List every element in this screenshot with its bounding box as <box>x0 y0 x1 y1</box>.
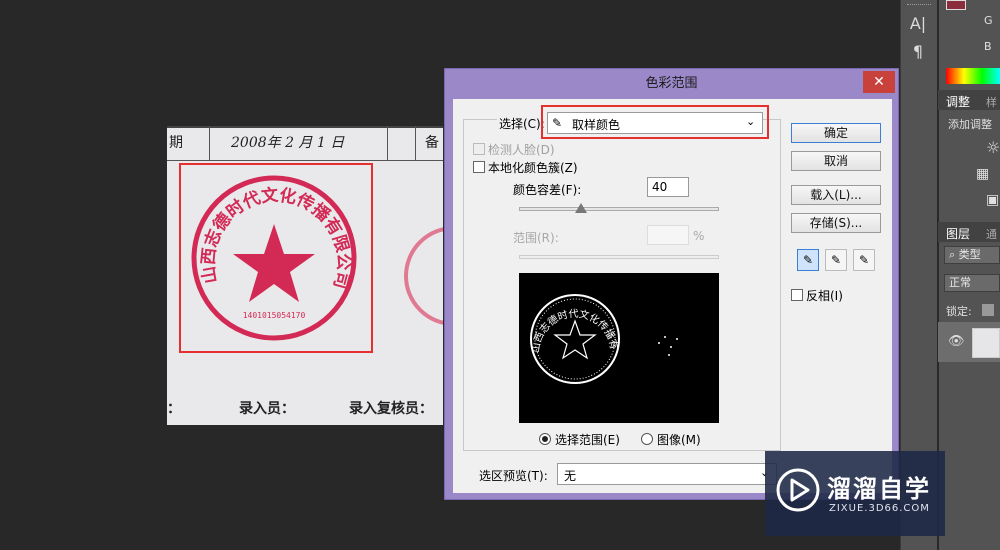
range-label: 范围(R): <box>513 231 559 245</box>
table-line <box>209 126 210 160</box>
selection-preview-label: 选区预览(T): <box>479 469 548 483</box>
radio-selection[interactable] <box>539 433 551 445</box>
detect-faces-checkbox[interactable] <box>473 143 485 155</box>
lock-label: 锁定: <box>946 305 972 318</box>
play-logo-icon <box>776 468 820 512</box>
selection-preview-select[interactable]: 无 ⌄ <box>557 463 777 485</box>
eyedropper-minus-icon[interactable]: ✎ <box>853 249 875 271</box>
ok-button[interactable]: 确定 <box>791 123 881 143</box>
add-adjustment-label: 添加调整 <box>948 118 992 131</box>
table-line <box>387 126 388 160</box>
footer-label-entry: 录入员： <box>239 401 295 417</box>
localized-clusters-checkbox[interactable] <box>473 161 485 173</box>
color-label-b: B <box>984 40 992 53</box>
table-line <box>415 126 416 160</box>
header-cell-note: 备 <box>425 135 439 151</box>
eyedropper-plus-icon[interactable]: ✎ <box>825 249 847 271</box>
radio-image[interactable] <box>641 433 653 445</box>
range-unit: % <box>693 229 705 243</box>
save-button[interactable]: 存储(S)... <box>791 213 881 233</box>
watermark-title: 溜溜自学 <box>827 475 931 503</box>
tab-styles[interactable]: 样 <box>986 94 997 110</box>
character-panel-icon[interactable]: A| <box>905 12 931 36</box>
foreground-color-swatch[interactable] <box>946 0 966 10</box>
tab-adjustments[interactable]: 调整 <box>946 93 970 110</box>
range-slider-track[interactable] <box>519 255 719 259</box>
radio-selection-label: 选择范围(E) <box>555 433 620 447</box>
invert-checkbox[interactable] <box>791 289 803 301</box>
cancel-button[interactable]: 取消 <box>791 151 881 171</box>
brightness-icon[interactable]: ☼ <box>986 138 1000 157</box>
eye-visibility-icon[interactable]: 👁 <box>948 334 965 349</box>
close-button[interactable]: ✕ <box>863 71 895 93</box>
watermark: 溜溜自学 ZIXUE.3D66.COM <box>765 451 945 536</box>
header-cell-period: 期 <box>169 135 183 151</box>
load-button[interactable]: 载入(L)... <box>791 185 881 205</box>
fuzziness-label: 颜色容差(F): <box>513 183 582 197</box>
layer-thumbnail <box>972 328 1000 358</box>
document-image: 期 2008年 2 月 1 日 备 山西志德时代文化传播有限公司 1401015… <box>167 126 443 425</box>
watermark-url: ZIXUE.3D66.COM <box>829 503 930 514</box>
detect-faces-label: 检测人脸(D) <box>488 143 555 157</box>
fuzziness-slider-thumb[interactable] <box>575 203 587 213</box>
color-range-dialog: 色彩范围 ✕ 选择(C): ✎ 取样颜色 ⌄ 检测人脸(D) 本地化颜色簇(Z)… <box>444 68 899 500</box>
range-input[interactable] <box>647 225 689 245</box>
tab-layers[interactable]: 图层 <box>946 225 970 242</box>
tab-channels[interactable]: 通 <box>986 226 997 242</box>
table-line <box>167 160 443 161</box>
eyedropper-icon[interactable]: ✎ <box>797 249 819 271</box>
preview-mask: 山西志德时代文化传播有限公司 <box>514 264 678 384</box>
dialog-body: 选择(C): ✎ 取样颜色 ⌄ 检测人脸(D) 本地化颜色簇(Z) 颜色容差(F… <box>453 99 892 493</box>
localized-clusters-label: 本地化颜色簇(Z) <box>488 161 578 175</box>
radio-dot <box>542 436 548 442</box>
paragraph-panel-icon[interactable]: ¶ <box>905 40 931 64</box>
levels-icon[interactable]: ▦ <box>976 166 989 182</box>
color-label-g: G <box>984 14 993 27</box>
layer-kind-filter[interactable]: ⌕ 类型 <box>944 246 1000 264</box>
invert-label: 反相(I) <box>806 289 843 303</box>
blend-mode-select[interactable]: 正常 <box>944 274 1000 292</box>
radio-image-label: 图像(M) <box>657 433 701 447</box>
search-icon: ⌕ <box>949 248 959 261</box>
highlight-rectangle <box>541 105 769 139</box>
color-spectrum-bar[interactable] <box>946 68 1000 84</box>
lock-transparency-icon[interactable] <box>982 304 994 316</box>
exposure-icon[interactable]: ▣ <box>986 192 999 208</box>
second-seal-partial <box>404 227 443 325</box>
fuzziness-slider-track[interactable] <box>519 207 719 211</box>
footer-label-1: ： <box>167 401 181 417</box>
header-cell-date: 2008年 2 月 1 日 <box>231 135 345 151</box>
selection-rectangle <box>179 163 373 353</box>
selection-preview-value: 无 <box>564 469 577 483</box>
select-label: 选择(C): <box>497 115 547 132</box>
selection-preview-image: 山西志德时代文化传播有限公司 <box>514 264 719 423</box>
dialog-title: 色彩范围 <box>645 76 698 91</box>
fuzziness-input[interactable]: 40 <box>647 177 689 197</box>
footer-label-review: 录入复核员： <box>349 401 433 417</box>
grip-icon <box>907 4 931 7</box>
